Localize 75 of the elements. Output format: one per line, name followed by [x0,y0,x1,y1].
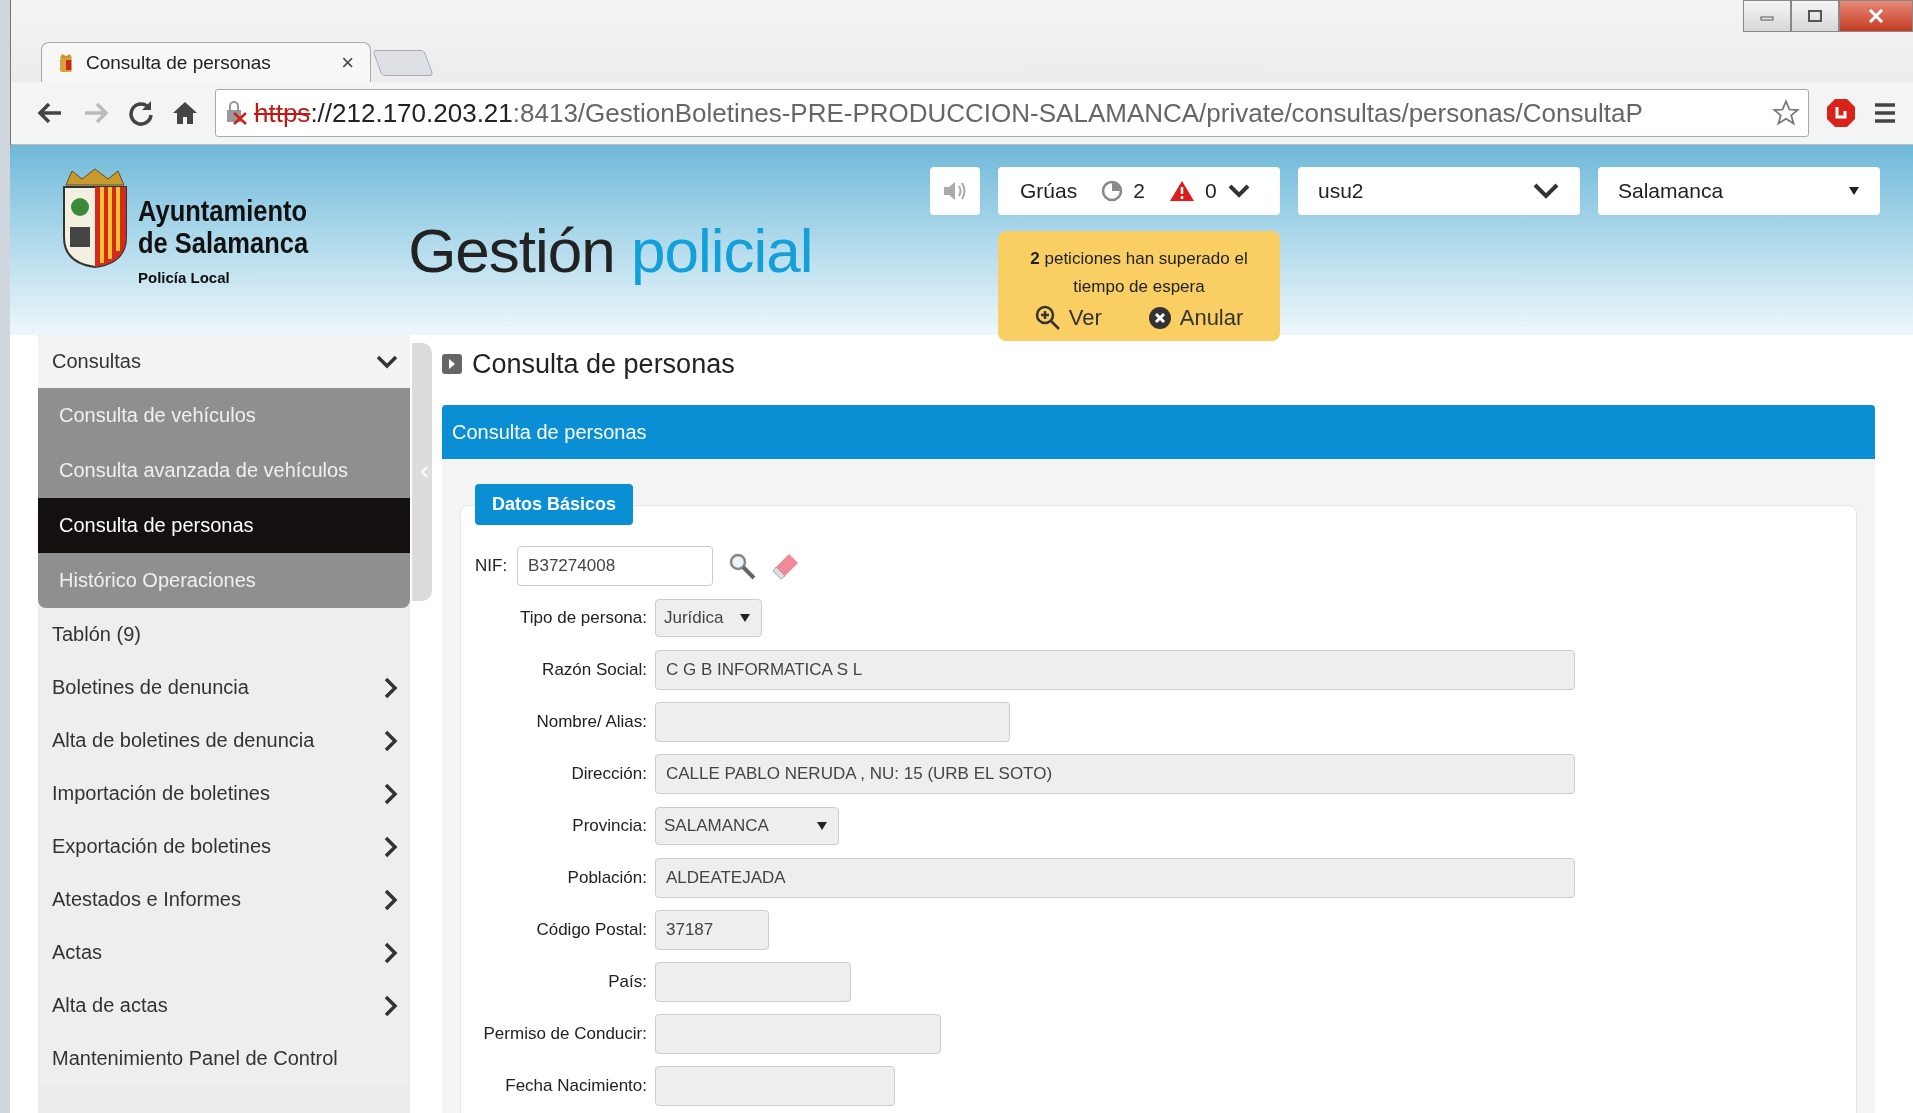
field-label: Código Postal: [535,920,647,940]
input-field[interactable] [655,1014,941,1054]
chevron-right-icon [384,729,398,752]
close-window-button[interactable] [1839,0,1913,32]
close-circle-icon [1147,306,1172,330]
tow-status-dropdown[interactable]: Grúas 2 0 [998,167,1280,215]
user-dropdown[interactable]: usu2 [1298,167,1580,215]
warning-icon [1168,180,1195,202]
menu-icon[interactable] [1873,102,1897,124]
chevron-right-icon [384,676,398,699]
address-bar[interactable]: https://212.170.203.21:8413/GestionBoletines-PRE-PRODUCCION-SALAMANCA/private/consultas/personas/ConsultaP [215,89,1809,137]
new-tab-button[interactable] [372,50,434,76]
search-icon[interactable] [727,551,758,581]
crest-icon [58,52,74,73]
close-tab-button[interactable]: × [341,49,354,76]
input-field[interactable] [655,1066,895,1106]
menu-item[interactable]: Consultas [38,335,410,388]
chevron-right-icon [384,994,398,1017]
insecure-lock-icon [224,101,248,125]
browser-tab[interactable]: Consulta de personas × [41,42,371,82]
view-button[interactable]: Ver [1034,305,1102,331]
chevron-down-icon [1532,182,1560,200]
input-field[interactable]: B37274008 [517,546,714,586]
section-tab[interactable]: Datos Básicos [475,484,634,525]
submenu-item[interactable]: Consulta de personas [38,498,410,553]
star-icon[interactable] [1772,99,1800,127]
alert-count: 0 [1204,179,1217,203]
chevron-right-icon [384,941,398,964]
reload-icon[interactable] [127,99,155,127]
input-field[interactable]: C G B INFORMATICA S L [655,650,1575,690]
zoom-in-icon [1034,305,1061,331]
panel-header: Consulta de personas [442,405,1875,459]
input-field[interactable] [655,962,851,1002]
field-label: Razón Social: [541,660,647,680]
chevron-right-icon [384,888,398,911]
organization-subtitle: Policía Local [138,269,231,286]
field-label: Dirección: [570,764,647,784]
city-select[interactable]: Salamanca [1598,167,1880,215]
input-field[interactable] [655,702,1010,742]
app-title: Gestión [408,216,615,285]
stop-sign-icon[interactable] [1825,97,1857,129]
field-label: País: [607,972,647,992]
select-field[interactable]: Jurídica [655,599,762,637]
chevron-right-icon [384,782,398,805]
input-field[interactable]: ALDEATEJADA [655,858,1575,898]
chevron-down-icon [376,354,398,369]
field-label: Tipo de persona: [519,608,647,628]
close-icon [1867,9,1885,23]
dropdown-arrow-icon [739,613,751,623]
field-label: NIF: [475,556,508,576]
input-field[interactable]: CALLE PABLO NERUDA , NU: 15 (URB EL SOTO) [655,754,1575,794]
dropdown-arrow-icon [1848,186,1860,196]
field-label: Permiso de Conducir: [482,1024,647,1044]
chevron-right-icon [384,835,398,858]
sound-button[interactable] [930,167,980,215]
app-title-highlight: policial [631,216,813,285]
clock-icon [1101,180,1124,202]
select-field[interactable]: SALAMANCA [655,807,839,845]
chevron-down-icon [1226,183,1251,199]
input-field[interactable]: 37187 [655,910,769,950]
field-label: Provincia: [571,816,647,836]
field-label: Nombre/ Alias: [535,712,647,732]
notification-text: 2 peticiones han superado el tiempo de espera [1029,248,1249,298]
maximize-button[interactable] [1791,0,1839,32]
pending-count: 2 [1133,179,1145,203]
dropdown-arrow-icon [816,821,828,831]
minimize-button[interactable] [1743,0,1791,32]
organization-name: Ayuntamiento de Salamanca [138,195,309,259]
home-icon[interactable] [171,100,199,126]
page-title: Consulta de personas [472,348,735,380]
field-label: Fecha Nacimiento: [504,1076,647,1096]
field-label: Población: [566,868,647,888]
cancel-button[interactable]: Anular [1147,305,1244,331]
chevron-left-icon [420,466,428,478]
maximize-icon [1807,9,1823,23]
